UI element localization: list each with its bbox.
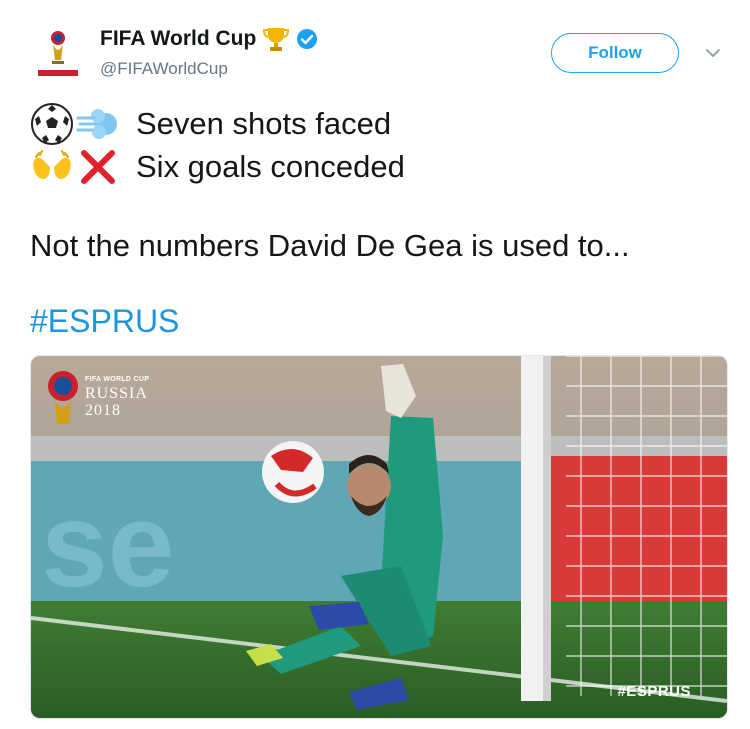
logo-small-text: FIFA WORLD CUP xyxy=(85,376,150,383)
account-handle[interactable]: @FIFAWorldCup xyxy=(100,59,228,79)
chevron-down-icon[interactable] xyxy=(702,42,724,64)
tweet-text-de-gea: Not the numbers David De Gea is used to.… xyxy=(30,228,630,263)
follow-button[interactable]: Follow xyxy=(551,33,679,73)
tweet-photo[interactable]: se FIFA WORLD CUP RUSSIA 2018 #ESPRUS xyxy=(30,355,728,719)
cross-mark-icon xyxy=(81,150,115,184)
photo-hashtag: #ESPRUS xyxy=(617,683,691,700)
open-hands-icon xyxy=(33,150,71,179)
logo-year: 2018 xyxy=(85,402,121,419)
tweet-text-goals: Six goals conceded xyxy=(136,149,405,184)
world-cup-logo: FIFA WORLD CUP RUSSIA 2018 xyxy=(85,376,149,419)
trophy-icon xyxy=(263,28,290,51)
logo-country: RUSSIA xyxy=(85,385,148,402)
verified-badge-icon xyxy=(297,29,318,49)
tweet-text-shots: Seven shots faced xyxy=(136,106,392,141)
fifa-world-cup-avatar[interactable] xyxy=(30,26,86,82)
display-name[interactable]: FIFA World Cup xyxy=(100,27,256,51)
tweet-line-1: Seven shots faced xyxy=(30,102,391,146)
soccer-ball-icon xyxy=(31,103,73,145)
tweet-line-2: Six goals conceded xyxy=(30,145,405,189)
tweet-header: FIFA World Cup @FIFAWorldCup Follow xyxy=(30,22,730,92)
dash-icon xyxy=(76,109,117,139)
hashtag-link[interactable]: #ESPRUS xyxy=(30,303,179,340)
svg-text:se: se xyxy=(41,478,174,612)
